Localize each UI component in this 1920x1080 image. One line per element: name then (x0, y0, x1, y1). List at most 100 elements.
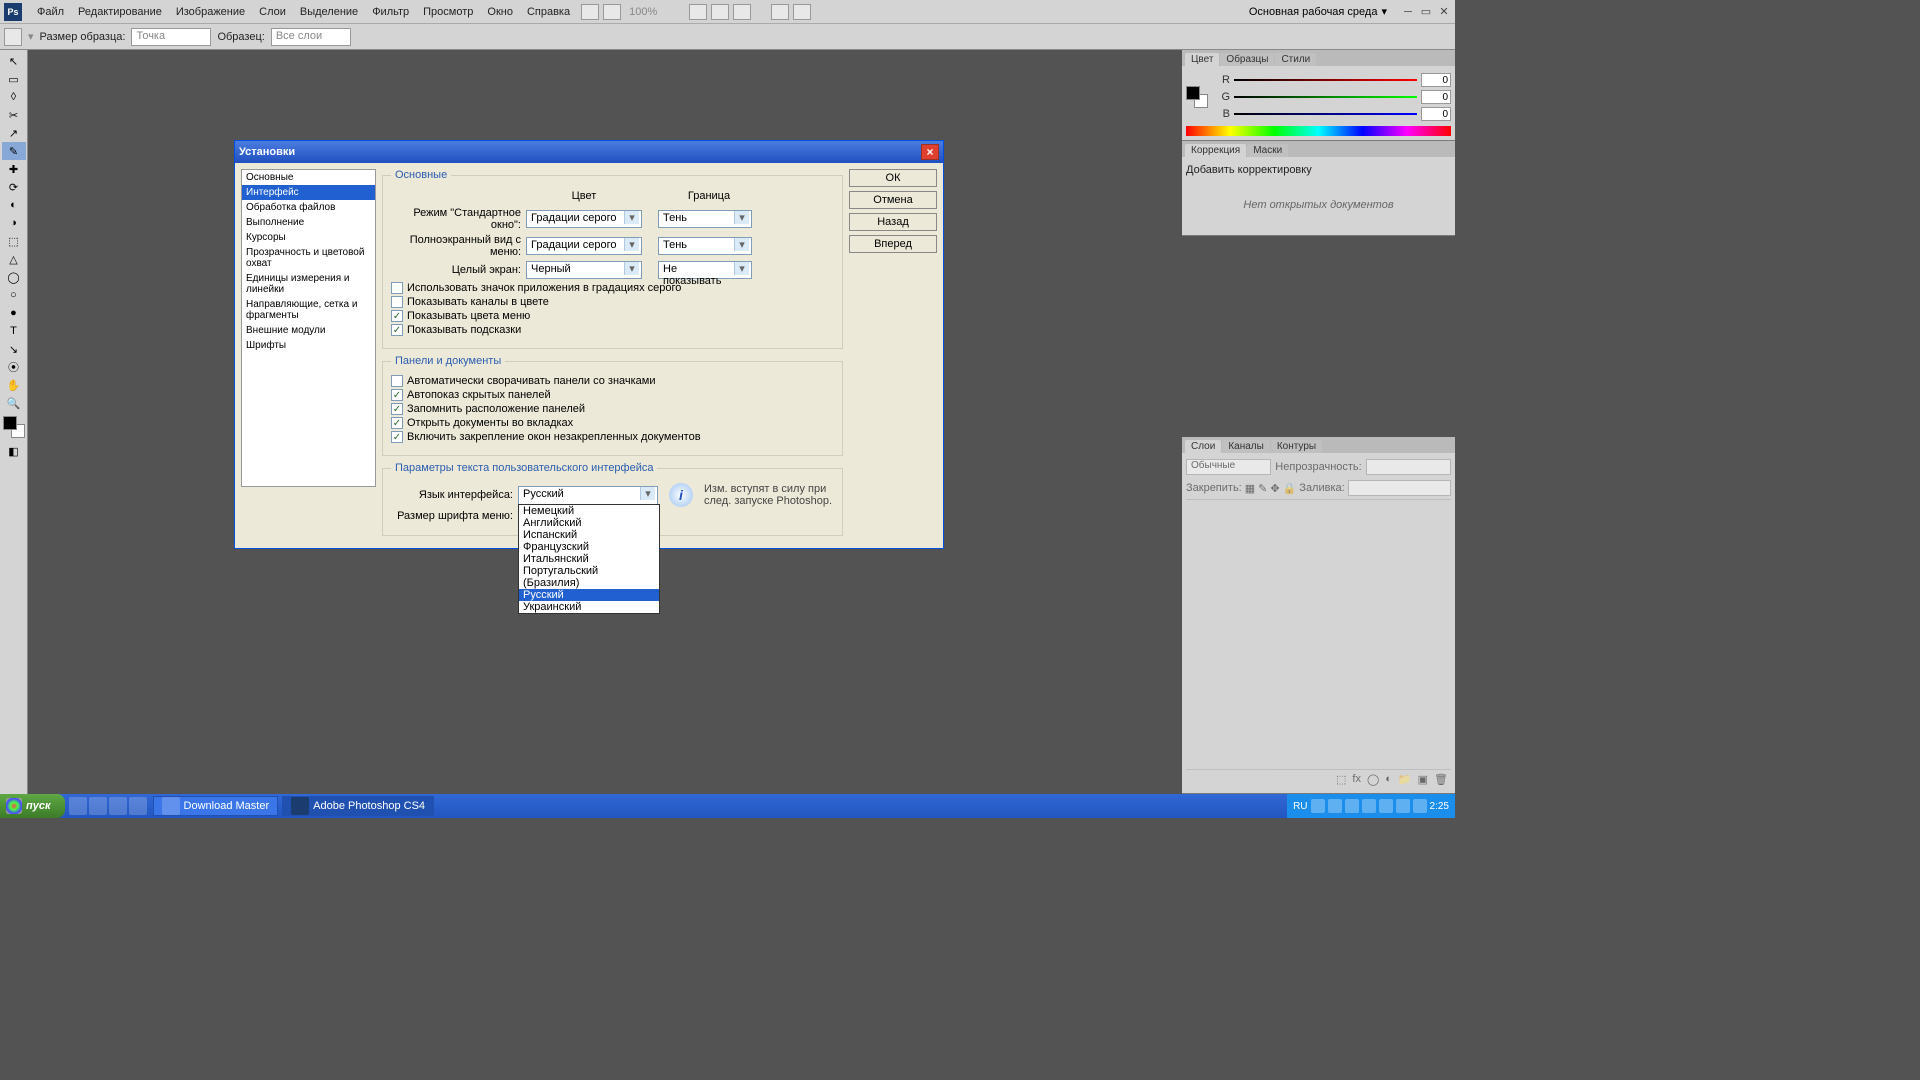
workspace-selector[interactable]: Основная рабочая среда▾ (1243, 3, 1393, 20)
nav-general[interactable]: Основные (242, 170, 375, 185)
chk-color-channels[interactable]: Показывать каналы в цвете (391, 296, 834, 308)
tab-styles[interactable]: Стили (1275, 53, 1316, 66)
hand-tool[interactable]: ✋ (2, 376, 26, 394)
lasso-tool[interactable]: ◊ (2, 88, 26, 106)
chk-tooltips[interactable]: ✓Показывать подсказки (391, 324, 834, 336)
cancel-button[interactable]: Отмена (849, 191, 937, 209)
trash-icon[interactable]: 🗑 (1434, 773, 1448, 786)
dodge-tool[interactable]: ○ (2, 286, 26, 304)
pen-tool[interactable]: ● (2, 304, 26, 322)
tray-icon-6[interactable] (1396, 799, 1410, 813)
tab-masks[interactable]: Маски (1247, 144, 1288, 157)
tab-swatches[interactable]: Образцы (1220, 53, 1274, 66)
blend-mode-select[interactable]: Обычные (1186, 459, 1271, 475)
screen-mode2-icon[interactable] (793, 4, 811, 20)
lang-opt-french[interactable]: Французский (519, 541, 659, 553)
lock-pixels-icon[interactable]: ▦ (1245, 482, 1255, 495)
menu-file[interactable]: Файл (30, 4, 71, 20)
std-window-color[interactable]: Градации серого (526, 210, 642, 228)
b-slider[interactable] (1234, 109, 1417, 119)
history-brush-tool[interactable]: ◑ (2, 214, 26, 232)
lang-opt-ukrainian[interactable]: Украинский (519, 601, 659, 613)
blur-tool[interactable]: ◯ (2, 268, 26, 286)
dialog-close-button[interactable]: × (921, 144, 939, 160)
tab-color[interactable]: Цвет (1185, 53, 1219, 66)
nav-performance[interactable]: Выполнение (242, 215, 375, 230)
ql-more-icon[interactable] (129, 797, 147, 815)
group-icon[interactable]: 📁 (1398, 773, 1412, 786)
b-input[interactable] (1421, 107, 1451, 121)
path-tool[interactable]: ↘ (2, 340, 26, 358)
adj-layer-icon[interactable]: ◐ (1385, 773, 1392, 786)
maximize-icon[interactable]: ▭ (1419, 5, 1433, 19)
minimize-icon[interactable]: ─ (1401, 5, 1415, 19)
nav-interface[interactable]: Интерфейс (242, 185, 375, 200)
chk-autoshow[interactable]: ✓Автопоказ скрытых панелей (391, 389, 834, 401)
eraser-tool[interactable]: ⬚ (2, 232, 26, 250)
clock[interactable]: 2:25 (1430, 801, 1449, 812)
tab-adjustments[interactable]: Коррекция (1185, 144, 1246, 157)
prev-button[interactable]: Назад (849, 213, 937, 231)
link-layers-icon[interactable]: ⬚ (1336, 773, 1346, 786)
new-layer-icon[interactable]: ▣ (1418, 773, 1428, 786)
chk-remember-pos[interactable]: ✓Запомнить расположение панелей (391, 403, 834, 415)
zoom-icon[interactable] (711, 4, 729, 20)
lang-opt-russian[interactable]: Русский (519, 589, 659, 601)
tray-icon-4[interactable] (1362, 799, 1376, 813)
next-button[interactable]: Вперед (849, 235, 937, 253)
fullscreen-color[interactable]: Черный (526, 261, 642, 279)
r-slider[interactable] (1234, 75, 1417, 85)
ql-desktop-icon[interactable] (69, 797, 87, 815)
stamp-tool[interactable]: ◐ (2, 196, 26, 214)
fx-icon[interactable]: fx (1352, 773, 1361, 786)
zoom-tool[interactable]: 🔍 (2, 394, 26, 412)
chk-open-tabs[interactable]: ✓Открыть документы во вкладках (391, 417, 834, 429)
tab-channels[interactable]: Каналы (1222, 440, 1270, 453)
ql-explorer-icon[interactable] (89, 797, 107, 815)
menu-image[interactable]: Изображение (169, 4, 252, 20)
arrange-icon[interactable] (603, 4, 621, 20)
start-button[interactable]: пуск (0, 794, 65, 818)
tab-paths[interactable]: Контуры (1271, 440, 1322, 453)
lock-move-icon[interactable]: ✥ (1270, 482, 1279, 495)
hand-icon[interactable] (689, 4, 707, 20)
chk-dock-floating[interactable]: ✓Включить закрепление окон незакрепленны… (391, 431, 834, 443)
g-slider[interactable] (1234, 92, 1417, 102)
lang-opt-spanish[interactable]: Испанский (519, 529, 659, 541)
type-tool[interactable]: T (2, 322, 26, 340)
screen-mode-icon[interactable] (771, 4, 789, 20)
heal-tool[interactable]: ✚ (2, 160, 26, 178)
menu-window[interactable]: Окно (480, 4, 520, 20)
color-swatches[interactable] (3, 416, 25, 438)
menu-select[interactable]: Выделение (293, 4, 365, 20)
lang-opt-english[interactable]: Английский (519, 517, 659, 529)
lock-all-icon[interactable]: 🔒 (1283, 482, 1297, 495)
marquee-tool[interactable]: ▭ (2, 70, 26, 88)
quick-select-tool[interactable]: ↗ (2, 124, 26, 142)
nav-units[interactable]: Единицы измерения и линейки (242, 271, 375, 297)
chk-menu-colors[interactable]: ✓Показывать цвета меню (391, 310, 834, 322)
opacity-input[interactable] (1366, 459, 1451, 475)
shape-tool[interactable]: ⦿ (2, 358, 26, 376)
tab-layers[interactable]: Слои (1185, 440, 1221, 453)
chk-autocollapse[interactable]: Автоматически сворачивать панели со знач… (391, 375, 834, 387)
lang-opt-german[interactable]: Немецкий (519, 505, 659, 517)
nav-file-handling[interactable]: Обработка файлов (242, 200, 375, 215)
menu-layer[interactable]: Слои (252, 4, 293, 20)
menu-view[interactable]: Просмотр (416, 4, 480, 20)
dialog-titlebar[interactable]: Установки × (235, 141, 943, 163)
fg-color-swatch[interactable] (3, 416, 17, 430)
fill-input[interactable] (1348, 480, 1451, 496)
eyedropper-tool[interactable]: ✎ (2, 142, 26, 160)
ql-ie-icon[interactable] (109, 797, 127, 815)
fullscreen-menu-border[interactable]: Тень (658, 237, 752, 255)
task-download-master[interactable]: Download Master (153, 796, 279, 816)
rotate-icon[interactable] (733, 4, 751, 20)
nav-cursors[interactable]: Курсоры (242, 230, 375, 245)
fullscreen-menu-color[interactable]: Градации серого (526, 237, 642, 255)
nav-type[interactable]: Шрифты (242, 338, 375, 353)
bridge-icon[interactable] (581, 4, 599, 20)
mask-icon[interactable]: ◯ (1367, 773, 1379, 786)
crop-tool[interactable]: ✂ (2, 106, 26, 124)
hue-strip[interactable] (1186, 126, 1451, 136)
